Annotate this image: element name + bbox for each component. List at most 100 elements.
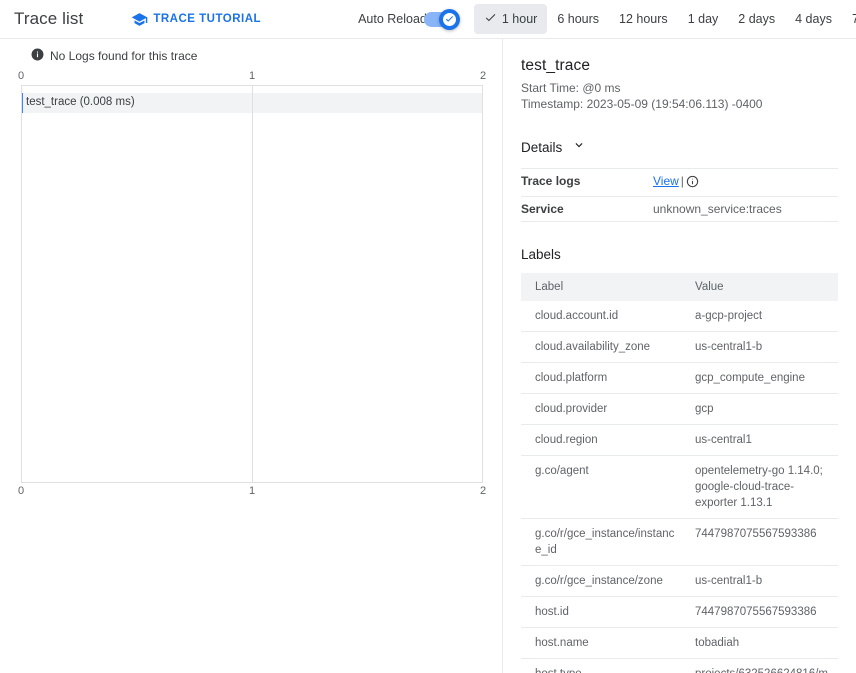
label-cell: cloud.provider <box>521 393 683 425</box>
label-cell: cloud.region <box>521 424 683 456</box>
range-chip-12-hours[interactable]: 12 hours <box>609 5 678 33</box>
range-chip-label: 4 days <box>795 12 832 26</box>
auto-reload-toggle[interactable] <box>423 8 460 30</box>
axis-tick-label: 1 <box>248 70 256 82</box>
time-range-selector[interactable]: 1 hour 6 hours 12 hours 1 day 2 days 4 days 7 … <box>473 4 856 34</box>
label-cell: g.co/r/gce_instance/zone <box>521 565 683 597</box>
table-row: cloud.region us-central1 <box>521 424 838 456</box>
value-cell: us-central1-b <box>683 565 838 597</box>
chevron-down-icon <box>572 138 586 157</box>
value-cell: projects/632526624816/machineTypes/e2-sm… <box>683 658 838 673</box>
labels-table-head: Label Value <box>521 273 838 301</box>
waterfall-chart: 0 1 2 test_trace (0.008 ms) 0 1 2 <box>17 70 487 502</box>
view-logs-link[interactable]: View <box>653 174 679 188</box>
trace-timestamp: Timestamp: 2023-05-09 (19:54:06.113) -04… <box>521 97 763 111</box>
waterfall-axis-bottom: 0 1 2 <box>17 483 487 498</box>
trace-tutorial-label: TRACE TUTORIAL <box>153 13 262 25</box>
details-row-value: unknown_service:traces <box>653 202 782 216</box>
table-row: g.co/r/gce_instance/instance_id 744798707… <box>521 518 838 566</box>
label-cell: cloud.availability_zone <box>521 331 683 363</box>
trace-tutorial-link[interactable]: TRACE TUTORIAL <box>131 11 261 28</box>
waterfall-axis-top: 0 1 2 <box>17 70 487 85</box>
axis-tick-label: 0 <box>17 70 25 82</box>
labels-heading: Labels <box>521 247 561 262</box>
no-logs-note: No Logs found for this trace <box>0 39 502 64</box>
labels-col-value: Value <box>683 273 838 301</box>
labels-header-row: Label Value <box>521 273 838 301</box>
value-cell: gcp_compute_engine <box>683 362 838 394</box>
trace-waterfall-pane: No Logs found for this trace 0 1 2 test_tr… <box>0 39 503 673</box>
details-row: Trace logs View | <box>521 168 838 197</box>
value-cell: a-gcp-project <box>683 301 838 332</box>
label-cell: cloud.platform <box>521 362 683 394</box>
label-cell: g.co/agent <box>521 455 683 519</box>
table-row: g.co/agent opentelemetry-go 1.14.0; googl… <box>521 455 838 519</box>
school-icon <box>131 11 148 28</box>
no-logs-text: No Logs found for this trace <box>50 49 198 63</box>
table-row: cloud.availability_zone us-central1-b <box>521 331 838 363</box>
axis-tick-label: 2 <box>479 485 487 497</box>
table-row: host.name tobadiah <box>521 627 838 659</box>
details-table-body: Trace logs View | Service unknown_service:tr… <box>521 168 838 222</box>
info-filled-icon <box>31 48 44 64</box>
labels-col-label: Label <box>521 273 683 301</box>
value-cell: opentelemetry-go 1.14.0; google-cloud-tr… <box>683 455 838 519</box>
table-row: cloud.account.id a-gcp-project <box>521 301 838 332</box>
separator: | <box>680 174 684 188</box>
check-icon <box>484 11 497 27</box>
label-cell: host.type <box>521 658 683 673</box>
auto-reload-label: Auto Reload <box>358 12 427 26</box>
range-chip-label: 6 hours <box>557 12 600 26</box>
range-chip-1-day[interactable]: 1 day <box>678 5 729 33</box>
table-row: g.co/r/gce_instance/zone us-central1-b <box>521 565 838 597</box>
info-outline-icon[interactable] <box>686 175 699 191</box>
label-cell: g.co/r/gce_instance/instance_id <box>521 518 683 566</box>
details-table: Trace logs View | Service unknown_service:tr… <box>521 168 838 222</box>
value-cell: us-central1 <box>683 424 838 456</box>
axis-tick-label: 2 <box>479 70 487 82</box>
range-chip-label: 7 days <box>851 12 856 26</box>
table-row: cloud.provider gcp <box>521 393 838 425</box>
trace-name: test_trace <box>521 57 591 74</box>
details-row: Service unknown_service:traces <box>521 197 838 222</box>
details-section-toggle[interactable]: Details <box>521 138 838 157</box>
waterfall-plot: test_trace (0.008 ms) <box>21 85 483 483</box>
label-cell: cloud.account.id <box>521 301 683 332</box>
page-title: Trace list <box>14 9 84 28</box>
value-cell: tobadiah <box>683 627 838 659</box>
top-bar: Trace list TRACE TUTORIAL Auto Reload 1 … <box>0 0 856 39</box>
range-chip-6-hours[interactable]: 6 hours <box>547 5 609 33</box>
span-label: test_trace (0.008 ms) <box>26 96 135 108</box>
axis-tick-label: 0 <box>17 485 25 497</box>
details-row-key: Trace logs <box>521 174 581 188</box>
range-chip-label: 12 hours <box>619 12 668 26</box>
range-chip-4-days[interactable]: 4 days <box>785 5 842 33</box>
value-cell: 7447987075567593386 <box>683 518 838 566</box>
labels-table: Label Value cloud.account.id a-gcp-projec… <box>521 273 838 673</box>
trace-detail-pane: test_trace Start Time: @0 ms Timestamp: … <box>503 39 856 673</box>
table-row: host.typeprojects/632526624816/machineTy… <box>521 658 838 673</box>
label-cell: host.id <box>521 596 683 628</box>
axis-tick-label: 1 <box>248 485 256 497</box>
body-area: No Logs found for this trace 0 1 2 test_tr… <box>0 39 856 673</box>
value-cell: 7447987075567593386 <box>683 596 838 628</box>
labels-table-body: cloud.account.id a-gcp-project cloud.avail… <box>521 301 838 673</box>
gridline <box>21 86 22 482</box>
label-cell: host.name <box>521 627 683 659</box>
table-row: cloud.platform gcp_compute_engine <box>521 362 838 394</box>
gridline <box>252 86 253 482</box>
gridline <box>482 86 483 482</box>
details-row-value: View | <box>653 169 838 197</box>
range-chip-1-hour[interactable]: 1 hour <box>473 4 548 34</box>
auto-reload-control[interactable]: Auto Reload <box>358 8 460 30</box>
range-chip-label: 1 day <box>687 12 719 26</box>
range-chip-2-days[interactable]: 2 days <box>728 5 785 33</box>
table-row: host.id 7447987075567593386 <box>521 596 838 628</box>
details-label: Details <box>521 140 563 155</box>
value-cell: us-central1-b <box>683 331 838 363</box>
range-chip-label: 2 days <box>738 12 776 26</box>
trace-start-time: Start Time: @0 ms <box>521 81 621 95</box>
range-chip-7-days[interactable]: 7 days <box>842 5 856 33</box>
value-cell: gcp <box>683 393 838 425</box>
range-chip-label: 1 hour <box>501 12 538 26</box>
